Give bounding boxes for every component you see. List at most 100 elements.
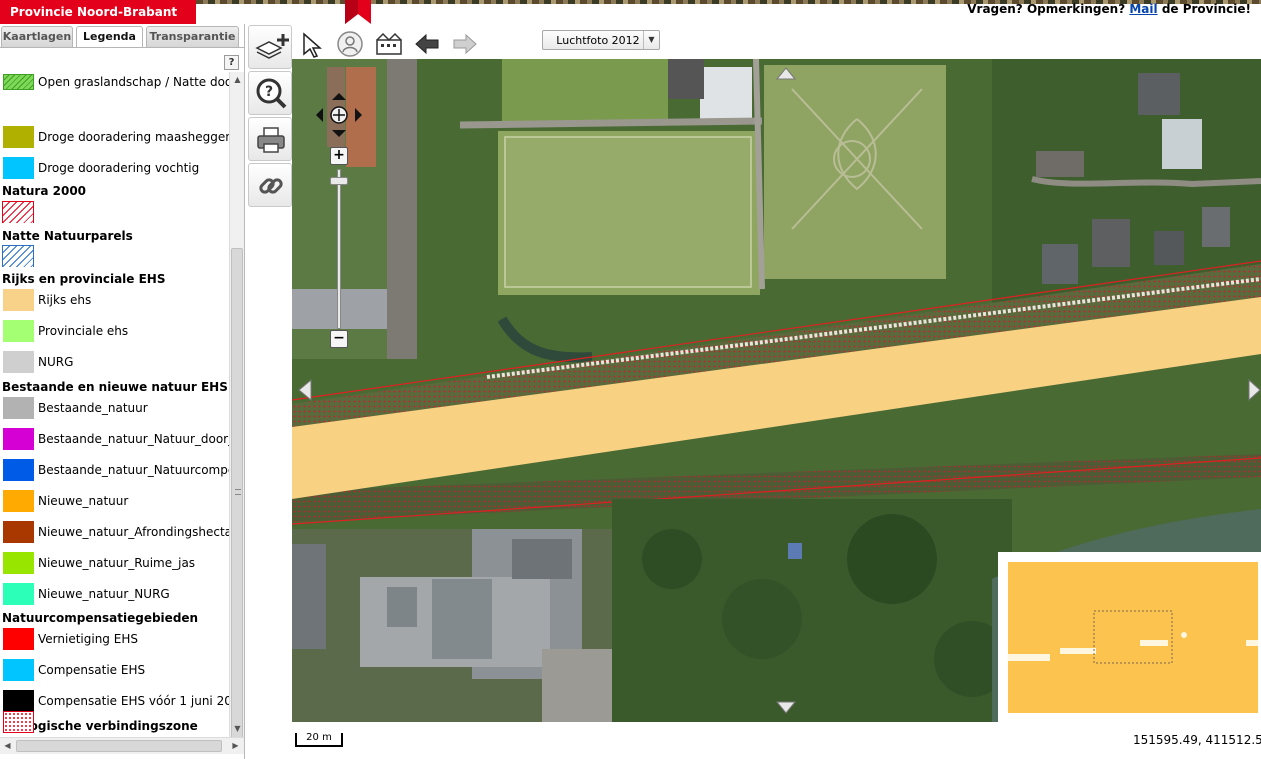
city-icon[interactable] — [374, 30, 404, 58]
legend-item: Open graslandschap / Natte dooradering — [0, 72, 229, 94]
scroll-left-icon[interactable]: ◀ — [0, 738, 15, 754]
legend-swatch — [3, 459, 34, 481]
legend-swatch — [3, 628, 34, 650]
scale-bar: 20 m — [295, 732, 343, 747]
legend-item: Bestaande_natuur_Natuur_door_derden — [0, 428, 229, 450]
legend-category: Natura 2000 — [2, 184, 87, 198]
link-button[interactable] — [248, 163, 292, 207]
legend-label: Bestaande_natuur — [38, 401, 148, 415]
legend-item: Nieuwe_natuur_Ruime_jas — [0, 552, 229, 574]
map-canvas[interactable]: + − — [292, 59, 1261, 722]
legend-label: NURG — [38, 355, 74, 369]
legend-label: Nieuwe_natuur_Ruime_jas — [38, 556, 196, 570]
legend-label: Compensatie EHS — [38, 663, 146, 677]
flag-icon — [345, 0, 371, 24]
legend-label: Provinciale ehs — [38, 324, 129, 338]
zoom-slider-handle[interactable] — [330, 177, 348, 185]
svg-text:?: ? — [265, 84, 273, 100]
overview-map-features — [1008, 610, 1258, 664]
legend-label: Vernietiging EHS — [38, 632, 138, 646]
legend-label: Bestaande_natuur_Natuur_door_derden — [38, 432, 229, 446]
scrollbar-thumb[interactable] — [231, 248, 243, 743]
legend-item: Droge dooradering maasheggen — [0, 126, 229, 148]
overview-map-canvas — [1008, 562, 1258, 713]
legend-item: NURG — [0, 351, 229, 373]
legend-item: Bestaande_natuur — [0, 397, 229, 419]
scale-label: 20 m — [306, 732, 332, 743]
zoom-out-button[interactable]: − — [330, 330, 348, 348]
scroll-down-icon[interactable]: ▼ — [230, 721, 245, 736]
add-layer-icon — [255, 34, 289, 59]
legend-item: Vernietiging EHS — [0, 628, 229, 650]
legend-item: Compensatie EHS — [0, 659, 229, 681]
help-button[interactable]: ? — [224, 55, 239, 70]
add-layer-button[interactable] — [248, 25, 292, 69]
mail-link[interactable]: Mail — [1129, 2, 1157, 16]
feedback-suffix: de Provincie! — [1161, 2, 1251, 16]
legend-swatch — [3, 351, 34, 373]
legend-category: Natte Natuurparels — [2, 229, 133, 243]
legend-swatch — [2, 201, 34, 223]
legend-swatch — [3, 157, 34, 179]
legend-label: Nieuwe_natuur_NURG — [38, 587, 170, 601]
identify-button[interactable]: ? — [248, 71, 292, 115]
legend-swatch — [3, 74, 34, 90]
app-header: Provincie Noord-Brabant Vragen? Opmerkin… — [0, 0, 1261, 24]
legend-item: Provinciale ehs — [0, 320, 229, 342]
legend-item: Nieuwe_natuur_NURG — [0, 583, 229, 605]
pan-left-icon[interactable] — [298, 379, 312, 401]
zoom-slider-track[interactable] — [337, 169, 341, 329]
legend-swatch — [3, 397, 34, 419]
legend-swatch — [3, 490, 34, 512]
left-panel: Kaartlagen Legenda Transparantie ? Open … — [0, 24, 245, 759]
tab-transparantie[interactable]: Transparantie — [146, 26, 239, 47]
legend-horizontal-scrollbar[interactable]: ◀ ▶ — [0, 737, 244, 754]
zoom-in-button[interactable]: + — [330, 147, 348, 165]
legend-category: Rijks en provinciale EHS — [2, 272, 166, 286]
tab-legenda[interactable]: Legenda — [76, 26, 143, 48]
user-icon[interactable] — [335, 30, 365, 58]
legend-item: Droge dooradering vochtig — [0, 157, 229, 179]
scroll-right-icon[interactable]: ▶ — [228, 738, 243, 754]
legend-item: Nieuwe_natuur_Afrondingshectaren — [0, 521, 229, 543]
forward-arrow-icon[interactable] — [450, 30, 480, 58]
pan-down-icon[interactable] — [776, 700, 796, 714]
grip-icon — [235, 489, 241, 495]
legend-item: Nieuwe_natuur — [0, 490, 229, 512]
legend-label: Rijks ehs — [38, 293, 92, 307]
legend-label: Open graslandschap / Natte dooradering — [38, 75, 229, 89]
print-button[interactable] — [248, 117, 292, 161]
legend-label: Droge dooradering vochtig — [38, 161, 200, 175]
scroll-up-icon[interactable]: ▲ — [230, 72, 245, 87]
back-arrow-icon[interactable] — [412, 30, 442, 58]
legend-swatch — [3, 690, 34, 712]
panel-tabs: Kaartlagen Legenda Transparantie — [0, 26, 245, 48]
legend-swatch — [3, 126, 34, 148]
pan-right-icon[interactable] — [1248, 379, 1261, 401]
chevron-down-icon: ▼ — [643, 31, 659, 49]
pan-navigation-icon[interactable] — [315, 92, 363, 138]
tab-kaartlagen[interactable]: Kaartlagen — [1, 26, 73, 47]
legend-item — [0, 245, 229, 267]
tab-divider — [0, 47, 245, 48]
overview-map[interactable] — [998, 552, 1261, 722]
pan-up-icon[interactable] — [776, 67, 796, 81]
link-icon — [259, 178, 283, 194]
scrollbar-thumb[interactable] — [16, 740, 222, 752]
legend-swatch-eco — [3, 711, 34, 733]
select-arrow-icon[interactable] — [298, 30, 328, 58]
basemap-select[interactable]: Luchtfoto 2012 ▼ — [542, 30, 660, 50]
legend-swatch — [3, 428, 34, 450]
legend-item — [0, 201, 229, 223]
legend-label: Nieuwe_natuur — [38, 494, 129, 508]
legend-swatch — [3, 521, 34, 543]
legend-swatch — [3, 552, 34, 574]
brand-logo[interactable]: Provincie Noord-Brabant — [0, 0, 196, 24]
coordinates-readout: 151595.49, 411512.53 — [1133, 733, 1261, 747]
legend-item: Rijks ehs — [0, 289, 229, 311]
feedback-text: Vragen? Opmerkingen? Mail de Provincie! — [967, 2, 1251, 16]
legend-vertical-scrollbar[interactable]: ▲ ▼ — [229, 72, 245, 743]
legend-item: Compensatie EHS vóór 1 juni 2010 — [0, 690, 229, 712]
print-icon — [257, 127, 285, 153]
legend-swatch — [3, 583, 34, 605]
